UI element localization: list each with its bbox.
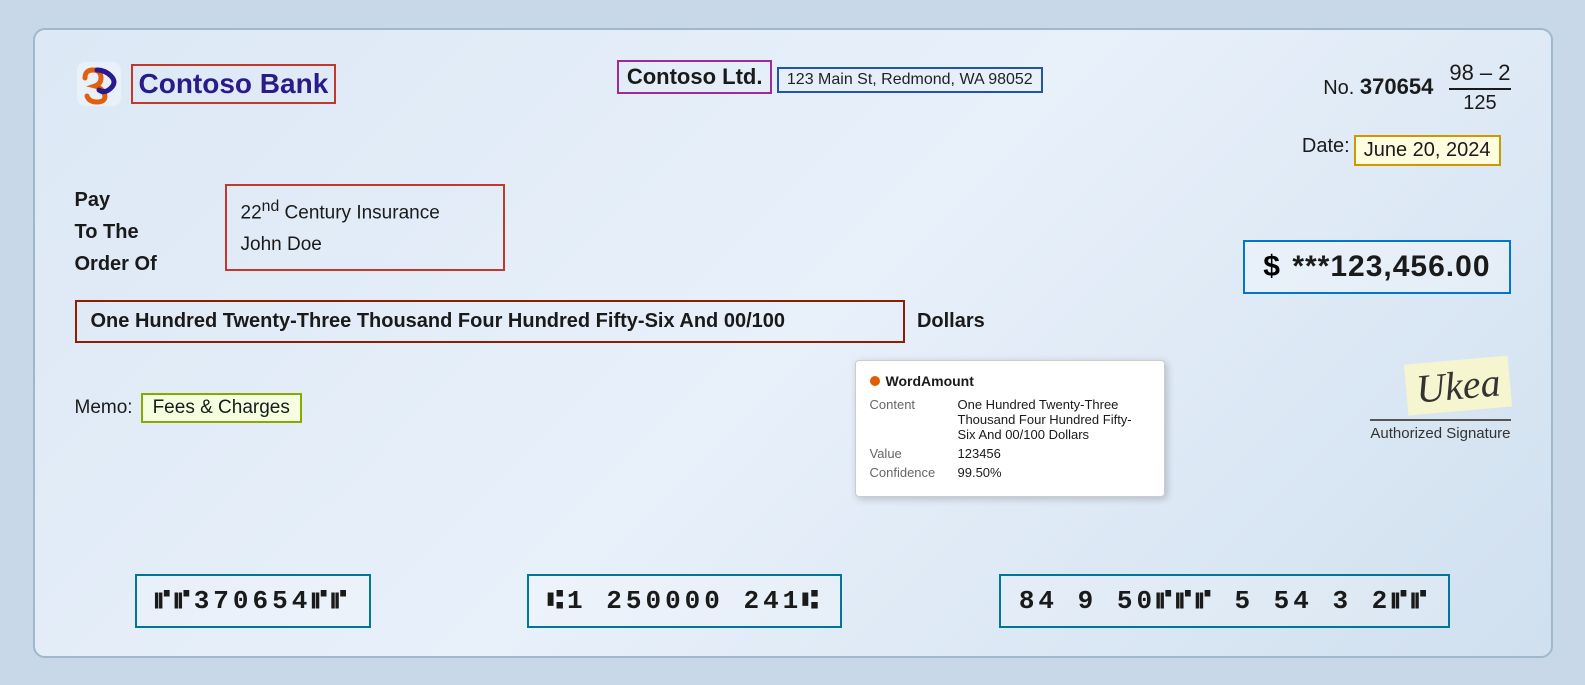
signature-image: Ukea: [1404, 355, 1512, 415]
bank-name: Contoso Bank: [131, 64, 337, 104]
header-row: Contoso Bank Contoso Ltd. 123 Main St, R…: [75, 60, 1511, 115]
word-amount-text: One Hundred Twenty-Three Thousand Four H…: [75, 300, 905, 343]
check-document: Contoso Bank Contoso Ltd. 123 Main St, R…: [33, 28, 1553, 658]
fraction-block: 98 – 2 125: [1449, 60, 1510, 115]
word-amount-row: One Hundred Twenty-Three Thousand Four H…: [75, 300, 1511, 343]
check-no-row: No. 370654 98 – 2 125: [1323, 60, 1510, 115]
memo-label: Memo:: [75, 397, 133, 419]
date-label: Date:: [1302, 135, 1350, 166]
tooltip-content-row: Content One Hundred Twenty-Three Thousan…: [870, 397, 1150, 442]
dollar-sign: $: [1263, 250, 1280, 283]
dollars-label: Dollars: [917, 310, 985, 332]
tooltip-header: WordAmount: [870, 373, 1150, 389]
fraction-bottom: 125: [1449, 92, 1510, 115]
signature-line: [1370, 419, 1510, 421]
micr-check-number: ⑈⑈370654⑈⑈: [135, 574, 371, 628]
date-value: June 20, 2024: [1354, 135, 1501, 166]
bank-logo-block: Contoso Bank: [75, 60, 337, 108]
tooltip-value-row: Value 123456: [870, 446, 1150, 461]
pay-label: Pay To The Order Of: [75, 184, 225, 280]
payee-line2: John Doe: [241, 229, 489, 261]
memo-value: Fees & Charges: [141, 393, 302, 423]
tooltip-field-name: WordAmount: [886, 373, 974, 389]
tooltip-numeric-value: 123456: [958, 446, 1150, 461]
tooltip-value-label: Value: [870, 446, 950, 461]
payee-block: 22nd Century Insurance John Doe: [225, 184, 505, 272]
tooltip-dot: [870, 376, 880, 386]
bank-logo-icon: [75, 60, 123, 108]
tooltip-confidence-value: 99.50%: [958, 465, 1150, 480]
check-number-block: No. 370654 98 – 2 125: [1323, 60, 1510, 115]
micr-row: ⑈⑈370654⑈⑈ ⑆1 250000 241⑆ 84 9 50⑈⑈⑈ 5 5…: [35, 574, 1551, 628]
amount-block: $ ***123,456.00: [1243, 240, 1510, 294]
payee-line1: 22nd Century Insurance: [241, 194, 489, 230]
signature-area: Ukea Authorized Signature: [1370, 360, 1510, 442]
tooltip-content-value: One Hundred Twenty-Three Thousand Four H…: [958, 397, 1150, 442]
tooltip-content-label: Content: [870, 397, 950, 442]
memo-row: Memo: Fees & Charges: [75, 393, 1511, 423]
date-row: Date: June 20, 2024: [75, 135, 1511, 166]
company-address: 123 Main St, Redmond, WA 98052: [777, 67, 1043, 93]
micr-account: 84 9 50⑈⑈⑈ 5 54 3 2⑈⑈: [999, 574, 1451, 628]
micr-routing: ⑆1 250000 241⑆: [527, 574, 841, 628]
authorized-signature-label: Authorized Signature: [1370, 425, 1510, 442]
company-block: Contoso Ltd. 123 Main St, Redmond, WA 98…: [617, 60, 1043, 98]
company-name: Contoso Ltd.: [617, 60, 773, 94]
fraction-top: 98 – 2: [1449, 60, 1510, 90]
tooltip-confidence-label: Confidence: [870, 465, 950, 480]
amount-value: ***123,456.00: [1292, 250, 1490, 283]
tooltip-confidence-row: Confidence 99.50%: [870, 465, 1150, 480]
check-no-label: No. 370654: [1323, 74, 1433, 100]
check-number: 370654: [1360, 74, 1433, 99]
tooltip-box: WordAmount Content One Hundred Twenty-Th…: [855, 360, 1165, 497]
